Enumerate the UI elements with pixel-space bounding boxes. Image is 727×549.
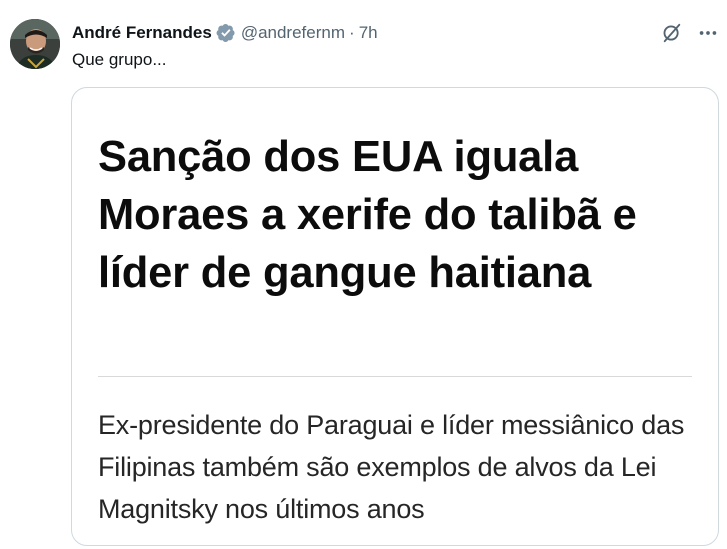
avatar[interactable] bbox=[10, 19, 60, 69]
headline-divider bbox=[98, 376, 692, 377]
tweet-timestamp[interactable]: 7h bbox=[359, 22, 378, 44]
user-avatar-icon bbox=[10, 19, 60, 69]
article-subheadline: Ex-presidente do Paraguai e líder messiâ… bbox=[98, 410, 685, 524]
separator-dot: · bbox=[349, 23, 355, 42]
more-dots-icon[interactable] bbox=[695, 20, 721, 46]
tweet-text: Que grupo... bbox=[72, 50, 167, 69]
author-handle[interactable]: @andrefernm bbox=[241, 22, 345, 44]
tweet-actions bbox=[659, 20, 721, 46]
author-name[interactable]: André Fernandes bbox=[72, 22, 212, 44]
grok-icon[interactable] bbox=[659, 20, 685, 46]
article-headline: Sanção dos EUA iguala Moraes a xerife do… bbox=[98, 133, 637, 297]
tweet-header: André Fernandes @andrefernm · 7h bbox=[72, 22, 727, 44]
tweet[interactable]: André Fernandes @andrefernm · 7h Que gru… bbox=[0, 0, 727, 549]
media-card[interactable]: Sanção dos EUA iguala Moraes a xerife do… bbox=[71, 87, 719, 546]
verified-badge-icon[interactable] bbox=[216, 23, 236, 43]
